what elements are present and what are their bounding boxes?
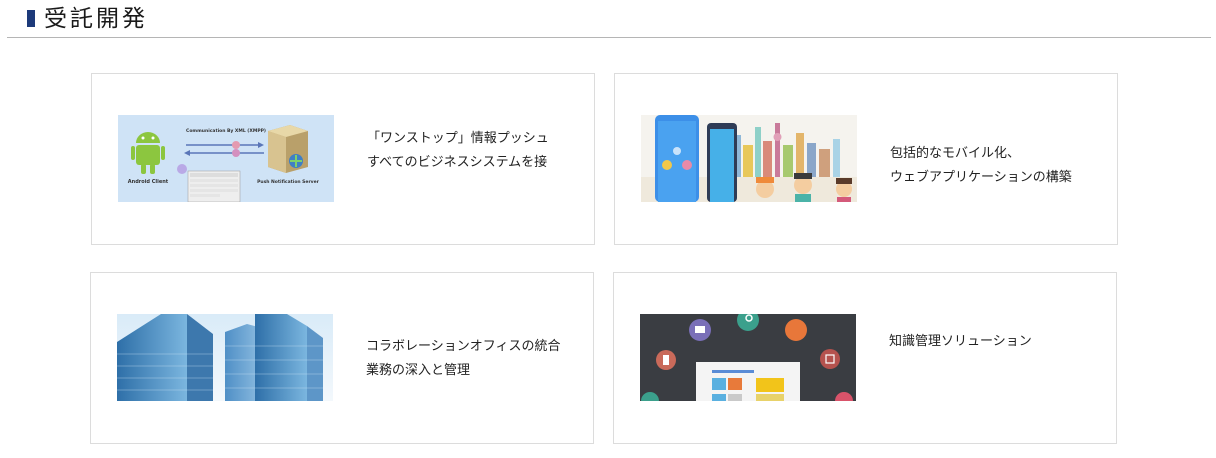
push-notification-image: Android Client Communication By XML (XMP… <box>118 115 334 202</box>
office-building-image <box>117 314 333 401</box>
page: 受託開発 Android Client Communication By XML… <box>0 0 1216 458</box>
service-card-mobile[interactable]: 包括的なモバイル化、 ウェブアプリケーションの構築 <box>614 73 1118 245</box>
xml-caption: Communication By XML (XMPP) <box>186 128 266 134</box>
card-text: コラボレーションオフィスの統合 業務の深入と管理 <box>366 335 560 383</box>
android-client-caption: Android Client <box>128 179 169 185</box>
section-marker <box>27 10 35 27</box>
knowledge-graphic <box>640 314 856 401</box>
service-card-push[interactable]: Android Client Communication By XML (XMP… <box>91 73 595 245</box>
card-title: 包括的なモバイル化、 <box>890 146 1021 161</box>
office-building-graphic <box>117 314 333 401</box>
card-text: 「ワンストップ」情報プッシュ すべてのビジネスシステムを接 <box>367 127 549 175</box>
card-title: 「ワンストップ」情報プッシュ <box>367 131 549 146</box>
mobile-city-graphic <box>641 115 857 202</box>
service-card-knowledge[interactable]: 知識管理ソリューション <box>613 272 1117 444</box>
card-subtitle: 業務の深入と管理 <box>366 363 471 378</box>
push-diagram-graphic: Android Client Communication By XML (XMP… <box>118 115 334 202</box>
card-subtitle: ウェブアプリケーションの構築 <box>890 170 1072 185</box>
service-card-office[interactable]: コラボレーションオフィスの統合 業務の深入と管理 <box>90 272 594 444</box>
card-text: 包括的なモバイル化、 ウェブアプリケーションの構築 <box>890 142 1072 190</box>
push-server-caption: Push Notification Server <box>257 179 320 185</box>
card-subtitle: すべてのビジネスシステムを接 <box>367 155 548 170</box>
card-title: コラボレーションオフィスの統合 <box>366 339 561 354</box>
mobile-app-image <box>641 115 857 202</box>
section-header <box>7 0 1211 38</box>
knowledge-management-image <box>640 314 856 401</box>
card-text: 知識管理ソリューション <box>889 330 1032 354</box>
card-title: 知識管理ソリューション <box>889 334 1032 349</box>
page-title: 受託開発 <box>44 6 148 32</box>
